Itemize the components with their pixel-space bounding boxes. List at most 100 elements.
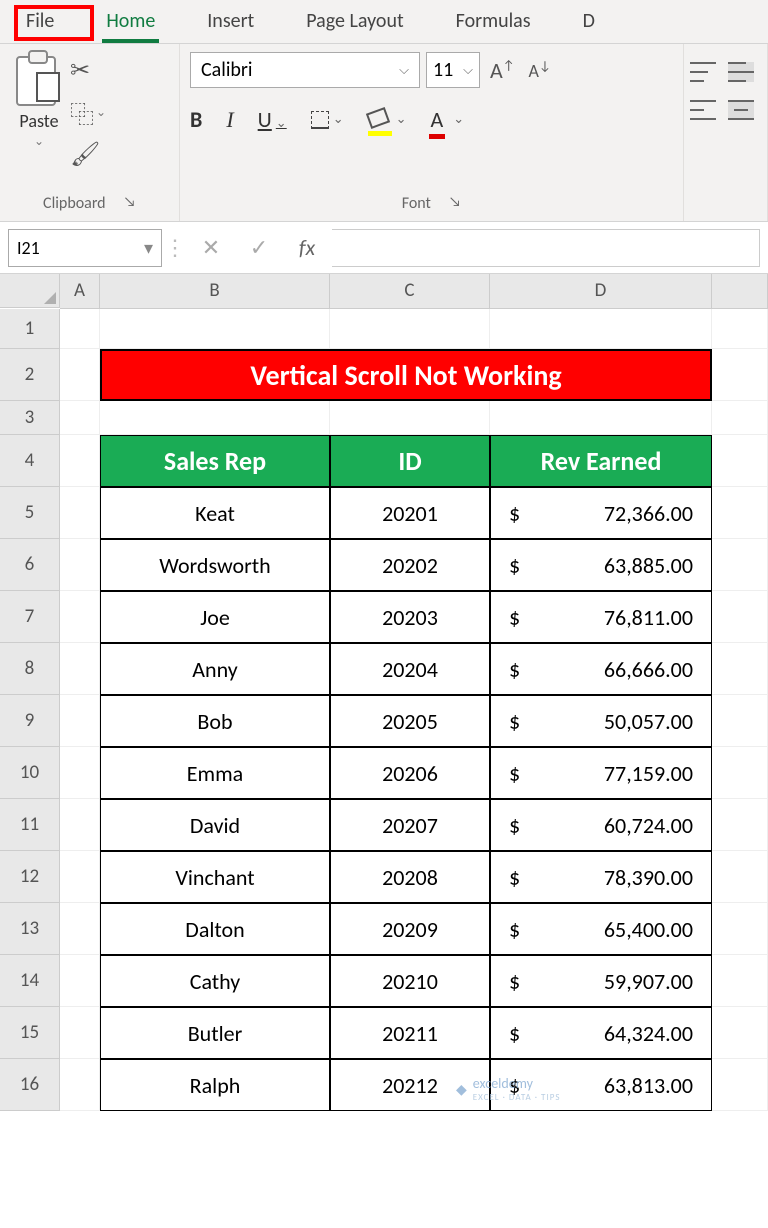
row-header[interactable]: 5 bbox=[0, 487, 60, 539]
row-header[interactable]: 7 bbox=[0, 591, 60, 643]
table-row[interactable]: Butler20211$64,324.00 bbox=[60, 1007, 768, 1059]
row-header[interactable]: 10 bbox=[0, 747, 60, 799]
confirm-formula-button[interactable]: ✓ bbox=[236, 234, 282, 261]
cell-rev[interactable]: $72,366.00 bbox=[490, 487, 712, 539]
formula-bar-menu[interactable]: ⋮ bbox=[164, 234, 186, 261]
col-header-b[interactable]: B bbox=[100, 274, 330, 309]
clipboard-launcher-icon[interactable]: ↘ bbox=[124, 193, 136, 210]
cell-rep[interactable]: Butler bbox=[100, 1007, 330, 1059]
align-top-button[interactable] bbox=[690, 62, 716, 82]
cell-id[interactable]: 20203 bbox=[330, 591, 490, 643]
cell-id[interactable]: 20210 bbox=[330, 955, 490, 1007]
col-header-a[interactable]: A bbox=[60, 274, 100, 309]
row-header[interactable]: 9 bbox=[0, 695, 60, 747]
table-row[interactable]: Cathy20210$59,907.00 bbox=[60, 955, 768, 1007]
cell-rep[interactable]: Dalton bbox=[100, 903, 330, 955]
cell-id[interactable]: 20208 bbox=[330, 851, 490, 903]
font-name-select[interactable]: Calibri ⌵ bbox=[190, 52, 420, 88]
name-box[interactable]: I21 ▾ bbox=[8, 229, 162, 267]
fill-color-button[interactable]: ⌄ bbox=[368, 108, 407, 132]
col-header-d[interactable]: D bbox=[490, 274, 712, 309]
tab-formulas[interactable]: Formulas bbox=[430, 1, 557, 43]
cell-id[interactable]: 20207 bbox=[330, 799, 490, 851]
tab-home[interactable]: Home bbox=[80, 1, 181, 43]
cell-id[interactable]: 20202 bbox=[330, 539, 490, 591]
col-header-c[interactable]: C bbox=[330, 274, 490, 309]
copy-button[interactable]: ⿻ ⌄ bbox=[70, 95, 106, 130]
borders-button[interactable]: ⌄ bbox=[311, 111, 344, 129]
table-row[interactable]: Dalton20209$65,400.00 bbox=[60, 903, 768, 955]
align-center-button[interactable] bbox=[728, 100, 754, 120]
cell-rep[interactable]: Cathy bbox=[100, 955, 330, 1007]
align-middle-button[interactable] bbox=[728, 62, 754, 82]
table-row[interactable]: David20207$60,724.00 bbox=[60, 799, 768, 851]
row-header[interactable]: 13 bbox=[0, 903, 60, 955]
cell-id[interactable]: 20204 bbox=[330, 643, 490, 695]
col-header-extra[interactable] bbox=[712, 274, 768, 309]
italic-button[interactable]: I bbox=[226, 107, 233, 133]
copy-dropdown-icon[interactable]: ⌄ bbox=[96, 105, 106, 120]
cell-rev[interactable]: $64,324.00 bbox=[490, 1007, 712, 1059]
cell-rev[interactable]: $63,885.00 bbox=[490, 539, 712, 591]
underline-button[interactable]: U⌄ bbox=[258, 106, 287, 133]
cell-rep[interactable]: Keat bbox=[100, 487, 330, 539]
paste-button[interactable]: Paste ⌄ bbox=[16, 52, 62, 149]
format-painter-button[interactable]: 🖌 bbox=[70, 140, 106, 169]
row-header[interactable]: 4 bbox=[0, 435, 60, 487]
cell-rep[interactable]: Wordsworth bbox=[100, 539, 330, 591]
grid-body[interactable]: Vertical Scroll Not Working Sales Rep ID… bbox=[60, 309, 768, 1111]
cell-rep[interactable]: Bob bbox=[100, 695, 330, 747]
row-header[interactable]: 1 bbox=[0, 309, 60, 349]
increase-font-button[interactable]: A↑ bbox=[486, 57, 519, 84]
cell-rev[interactable]: $77,159.00 bbox=[490, 747, 712, 799]
select-all-corner[interactable] bbox=[0, 274, 60, 308]
cell-id[interactable]: 20205 bbox=[330, 695, 490, 747]
cell-rev[interactable]: $66,666.00 bbox=[490, 643, 712, 695]
tab-insert[interactable]: Insert bbox=[181, 1, 280, 43]
row-header[interactable]: 6 bbox=[0, 539, 60, 591]
row-header[interactable]: 12 bbox=[0, 851, 60, 903]
bold-button[interactable]: B bbox=[190, 106, 202, 133]
table-header-id[interactable]: ID bbox=[330, 435, 490, 487]
cell-rep[interactable]: David bbox=[100, 799, 330, 851]
cut-button[interactable]: ✂ bbox=[70, 56, 106, 85]
table-row[interactable]: Anny20204$66,666.00 bbox=[60, 643, 768, 695]
row-header[interactable]: 8 bbox=[0, 643, 60, 695]
cell-rev[interactable]: $78,390.00 bbox=[490, 851, 712, 903]
tab-page-layout[interactable]: Page Layout bbox=[280, 1, 429, 43]
font-launcher-icon[interactable]: ↘ bbox=[449, 193, 461, 210]
cell-rev[interactable]: $60,724.00 bbox=[490, 799, 712, 851]
table-row[interactable]: Ralph20212$63,813.00 bbox=[60, 1059, 768, 1111]
table-row[interactable]: Keat20201$72,366.00 bbox=[60, 487, 768, 539]
tab-data-partial[interactable]: D bbox=[557, 1, 595, 43]
table-row[interactable]: Joe20203$76,811.00 bbox=[60, 591, 768, 643]
cell-rev[interactable]: $76,811.00 bbox=[490, 591, 712, 643]
cell-id[interactable]: 20206 bbox=[330, 747, 490, 799]
font-size-select[interactable]: 11 ⌵ bbox=[426, 52, 480, 88]
paste-dropdown-icon[interactable]: ⌄ bbox=[34, 134, 44, 149]
row-header[interactable]: 16 bbox=[0, 1059, 60, 1111]
table-header-rep[interactable]: Sales Rep bbox=[100, 435, 330, 487]
cancel-formula-button[interactable]: ✕ bbox=[188, 234, 234, 261]
table-header-rev[interactable]: Rev Earned bbox=[490, 435, 712, 487]
cell-id[interactable]: 20211 bbox=[330, 1007, 490, 1059]
table-row[interactable]: Bob20205$50,057.00 bbox=[60, 695, 768, 747]
row-header[interactable]: 2 bbox=[0, 349, 60, 401]
row-header[interactable]: 15 bbox=[0, 1007, 60, 1059]
align-left-button[interactable] bbox=[690, 100, 716, 120]
table-row[interactable]: Emma20206$77,159.00 bbox=[60, 747, 768, 799]
cell-rev[interactable]: $65,400.00 bbox=[490, 903, 712, 955]
row-header[interactable]: 11 bbox=[0, 799, 60, 851]
cell-rep[interactable]: Ralph bbox=[100, 1059, 330, 1111]
cell-rep[interactable]: Vinchant bbox=[100, 851, 330, 903]
formula-input[interactable] bbox=[332, 229, 760, 267]
table-row[interactable]: Vinchant20208$78,390.00 bbox=[60, 851, 768, 903]
title-banner[interactable]: Vertical Scroll Not Working bbox=[100, 349, 712, 401]
cell-rev[interactable]: $50,057.00 bbox=[490, 695, 712, 747]
row-header[interactable]: 14 bbox=[0, 955, 60, 1007]
row-header[interactable]: 3 bbox=[0, 401, 60, 435]
cell-rep[interactable]: Joe bbox=[100, 591, 330, 643]
insert-function-button[interactable]: fx bbox=[284, 234, 330, 261]
cell-id[interactable]: 20201 bbox=[330, 487, 490, 539]
cell-rep[interactable]: Emma bbox=[100, 747, 330, 799]
